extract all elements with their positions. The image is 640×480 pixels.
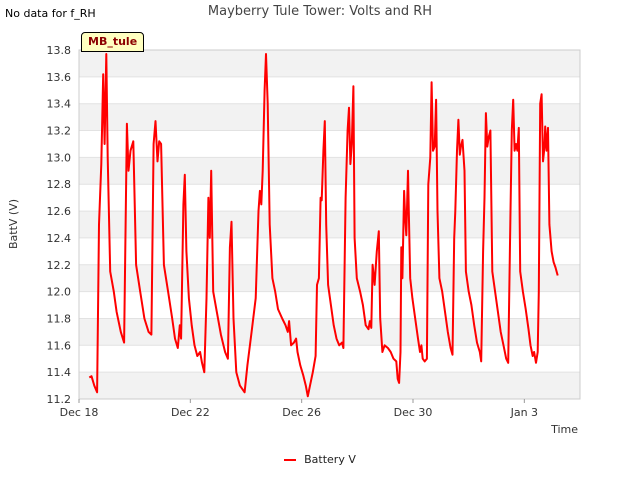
y-tick-label: 13.2 <box>47 125 72 138</box>
y-tick-label: 13.6 <box>47 71 72 84</box>
plot-band <box>79 211 580 238</box>
y-tick-label: 11.6 <box>47 339 72 352</box>
y-tick-label: 12.2 <box>47 259 72 272</box>
x-tick-label: Dec 30 <box>394 406 433 419</box>
y-tick-label: 11.2 <box>47 393 72 406</box>
battery-voltage-chart: 11.2 11.4 11.6 11.8 12.0 12.2 12.4 12.6 12.8 13.0… <box>7 44 581 436</box>
x-axis-label: Time <box>550 423 578 436</box>
plot-band <box>79 184 580 212</box>
legend-label: Battery V <box>304 453 356 466</box>
y-axis-label: BattV (V) <box>7 199 20 249</box>
y-tick-label: 12.0 <box>47 286 72 299</box>
y-tick-label: 12.8 <box>47 178 72 191</box>
plot-band <box>79 264 580 292</box>
y-tick-label: 13.4 <box>47 98 72 111</box>
y-tick-label: 12.4 <box>47 232 72 245</box>
plot-band <box>79 237 580 265</box>
x-tick-label: Jan 3 <box>510 406 538 419</box>
plot-band <box>79 50 580 77</box>
x-tick-label: Dec 18 <box>60 406 99 419</box>
x-tick-label: Dec 26 <box>282 406 321 419</box>
station-label-box: MB_tule <box>81 32 145 52</box>
plot-band <box>79 318 580 346</box>
plot-band <box>79 372 580 399</box>
plot-band <box>79 76 580 104</box>
y-tick-labels: 11.2 11.4 11.6 11.8 12.0 12.2 12.4 12.6 12.8 13.0… <box>47 44 72 406</box>
plot-bands <box>79 49 580 400</box>
legend-swatch <box>284 459 297 461</box>
y-tick-label: 11.4 <box>47 366 72 379</box>
y-tick-label: 12.6 <box>47 205 72 218</box>
y-tick-label: 11.8 <box>47 312 72 325</box>
y-tick-label: 13.0 <box>47 151 72 164</box>
x-tick-label: Dec 22 <box>171 406 210 419</box>
x-tick-labels: Dec 18 Dec 22 Dec 26 Dec 30 Jan 3 <box>60 399 538 419</box>
legend: Battery V <box>0 453 640 466</box>
y-tick-label: 13.8 <box>47 44 72 57</box>
